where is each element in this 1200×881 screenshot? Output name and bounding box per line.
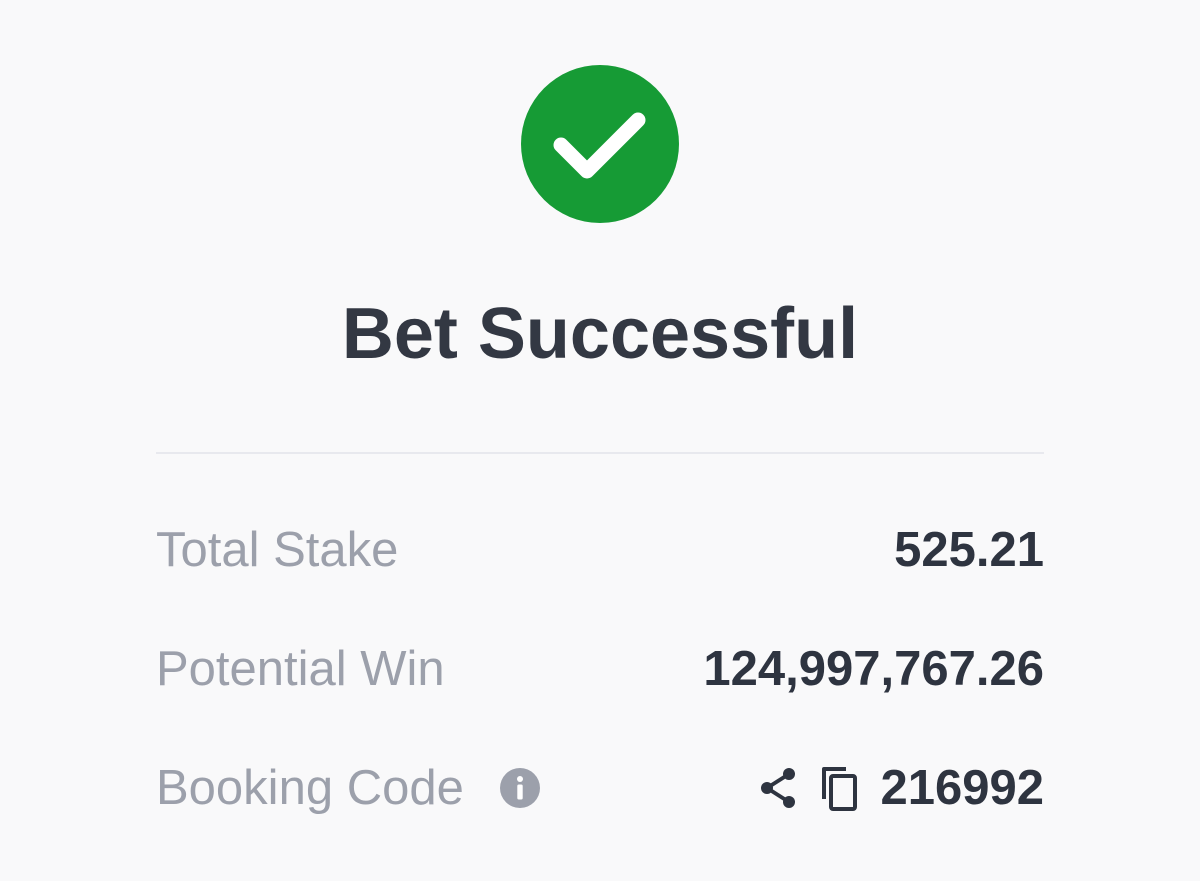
info-icon[interactable] bbox=[499, 768, 540, 808]
potential-win-row: Potential Win 124,997,767.26 bbox=[156, 637, 1044, 701]
copy-icon[interactable] bbox=[818, 765, 858, 811]
total-stake-row: Total Stake 525.21 bbox=[156, 518, 1044, 582]
potential-win-value: 124,997,767.26 bbox=[703, 642, 1044, 696]
total-stake-value: 525.21 bbox=[894, 523, 1044, 577]
booking-code-value[interactable]: 216992 bbox=[880, 760, 1044, 816]
divider bbox=[156, 452, 1044, 454]
booking-code-label-group: Booking Code bbox=[156, 760, 540, 816]
potential-win-label: Potential Win bbox=[156, 642, 445, 696]
booking-code-label: Booking Code bbox=[156, 761, 464, 815]
success-check-icon bbox=[521, 65, 679, 223]
page-title: Bet Successful bbox=[341, 294, 859, 374]
booking-code-row: Booking Code 216992 bbox=[156, 756, 1044, 820]
booking-code-value-group: 216992 bbox=[758, 760, 1044, 816]
share-icon[interactable] bbox=[758, 765, 798, 811]
check-icon bbox=[553, 112, 646, 179]
total-stake-label: Total Stake bbox=[156, 523, 399, 577]
